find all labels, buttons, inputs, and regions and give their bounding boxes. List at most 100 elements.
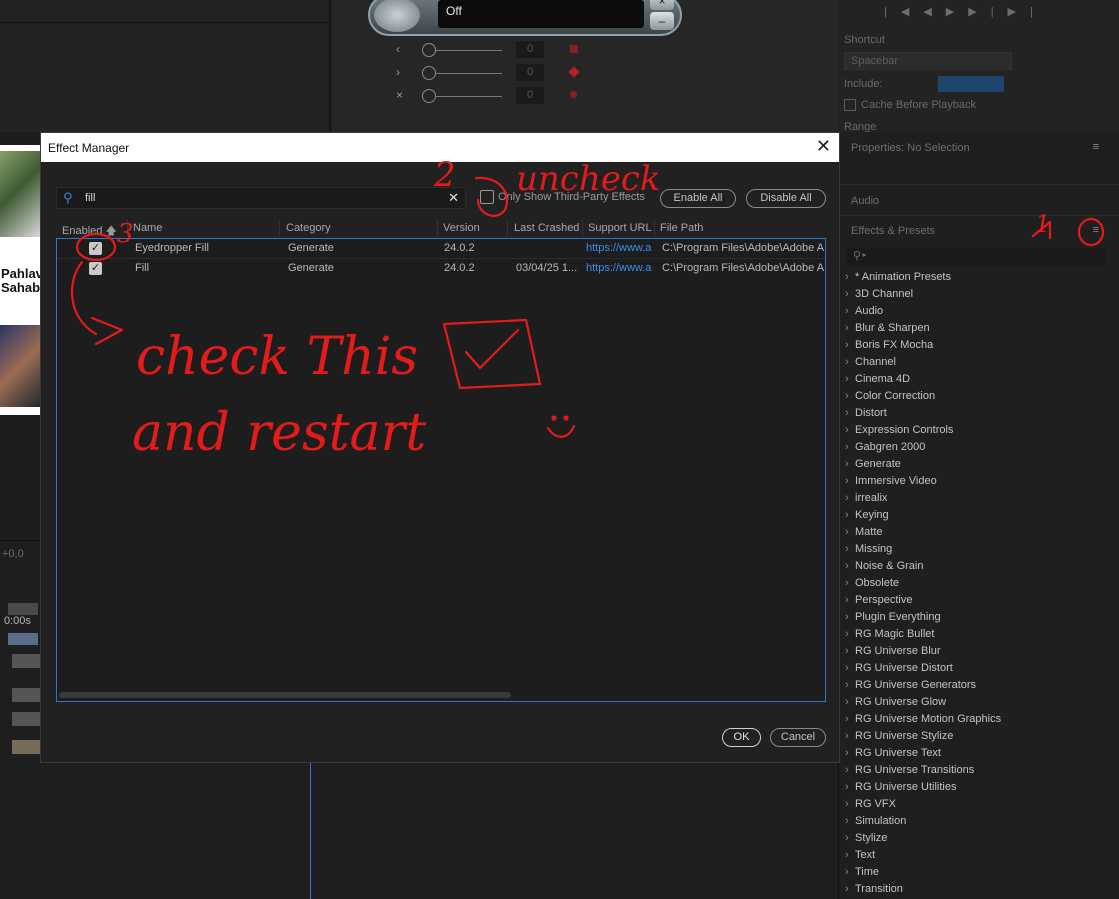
search-input[interactable]: fill <box>85 192 95 204</box>
keyframe-diamond-icon[interactable] <box>568 66 580 78</box>
left-chevron-icon[interactable]: ‹ <box>396 42 400 56</box>
chevron-right-icon[interactable]: › <box>845 626 855 643</box>
layer-bar[interactable] <box>12 654 40 668</box>
chevron-right-icon[interactable]: › <box>845 371 855 388</box>
horizontal-scrollbar[interactable] <box>59 692 511 698</box>
chevron-right-icon[interactable]: › <box>845 813 855 830</box>
mixer-value[interactable]: 0 <box>516 41 544 58</box>
effects-category-item[interactable]: › Keying <box>845 507 1115 524</box>
effects-category-item[interactable]: › RG Universe Generators <box>845 677 1115 694</box>
chevron-right-icon[interactable]: › <box>845 439 855 456</box>
column-category[interactable]: Category <box>286 222 331 234</box>
chevron-right-icon[interactable]: › <box>845 677 855 694</box>
column-divider[interactable] <box>507 219 508 237</box>
chevron-right-icon[interactable]: › <box>845 473 855 490</box>
effects-category-item[interactable]: › Time <box>845 864 1115 881</box>
chevron-right-icon[interactable]: › <box>845 711 855 728</box>
effects-category-item[interactable]: › Perspective <box>845 592 1115 609</box>
effects-category-item[interactable]: › Missing <box>845 541 1115 558</box>
chevron-right-icon[interactable]: › <box>845 643 855 660</box>
playhead[interactable] <box>310 762 311 899</box>
cache-checkbox[interactable] <box>844 99 856 111</box>
chevron-right-icon[interactable]: › <box>845 881 855 898</box>
effects-category-item[interactable]: › Matte <box>845 524 1115 541</box>
effects-category-item[interactable]: › Cinema 4D <box>845 371 1115 388</box>
chevron-right-icon[interactable]: › <box>845 796 855 813</box>
effects-category-item[interactable]: › RG Universe Stylize <box>845 728 1115 745</box>
chevron-right-icon[interactable]: › <box>845 694 855 711</box>
effects-category-item[interactable]: › 3D Channel <box>845 286 1115 303</box>
column-name[interactable]: Name <box>133 222 162 234</box>
right-chevron-icon[interactable]: › <box>396 65 400 79</box>
effects-category-item[interactable]: › Blur & Sharpen <box>845 320 1115 337</box>
column-file-path[interactable]: File Path <box>660 222 703 234</box>
layer-bar[interactable] <box>12 712 40 726</box>
effects-category-item[interactable]: › Color Correction <box>845 388 1115 405</box>
third-party-checkbox[interactable] <box>480 190 494 204</box>
disable-all-button[interactable]: Disable All <box>746 189 826 208</box>
column-divider[interactable] <box>279 219 280 237</box>
mixer-value[interactable]: 0 <box>516 64 544 81</box>
effects-category-item[interactable]: › * Animation Presets <box>845 269 1115 286</box>
chevron-right-icon[interactable]: › <box>845 728 855 745</box>
enabled-checkbox[interactable]: ✓ <box>89 242 102 255</box>
chevron-right-icon[interactable]: › <box>845 592 855 609</box>
effects-category-item[interactable]: › Audio <box>845 303 1115 320</box>
enable-all-button[interactable]: Enable All <box>660 189 736 208</box>
mixer-value[interactable]: 0 <box>516 87 544 104</box>
time-ruler[interactable] <box>8 633 38 645</box>
chevron-right-icon[interactable]: › <box>845 456 855 473</box>
chevron-right-icon[interactable]: › <box>845 490 855 507</box>
effects-category-item[interactable]: › RG Universe Text <box>845 745 1115 762</box>
chevron-right-icon[interactable]: › <box>845 847 855 864</box>
chevron-right-icon[interactable]: › <box>845 320 855 337</box>
chevron-right-icon[interactable]: › <box>845 405 855 422</box>
effects-category-item[interactable]: › Obsolete <box>845 575 1115 592</box>
effects-category-item[interactable]: › RG Universe Motion Graphics <box>845 711 1115 728</box>
slider-knob[interactable] <box>422 89 436 103</box>
column-divider[interactable] <box>582 219 583 237</box>
chevron-right-icon[interactable]: › <box>845 524 855 541</box>
effects-category-item[interactable]: › RG Universe Blur <box>845 643 1115 660</box>
effects-category-item[interactable]: › Boris FX Mocha <box>845 337 1115 354</box>
effects-category-item[interactable]: › Expression Controls <box>845 422 1115 439</box>
effects-category-item[interactable]: › RG Universe Distort <box>845 660 1115 677</box>
chevron-right-icon[interactable]: › <box>845 745 855 762</box>
column-support-url[interactable]: Support URL <box>588 222 652 234</box>
support-url-link[interactable]: https://www.a <box>586 262 655 274</box>
chevron-right-icon[interactable]: › <box>845 507 855 524</box>
microphone-icon[interactable] <box>374 0 420 32</box>
chevron-right-icon[interactable]: › <box>845 303 855 320</box>
effects-search-input[interactable]: ⚲‣ <box>847 248 1105 266</box>
slider-knob[interactable] <box>422 43 436 57</box>
effects-category-item[interactable]: › Transition <box>845 881 1115 898</box>
chevron-right-icon[interactable]: › <box>845 354 855 371</box>
column-divider[interactable] <box>127 219 128 237</box>
support-url-link[interactable]: https://www.a <box>586 242 655 254</box>
enabled-checkbox[interactable]: ✓ <box>89 262 102 275</box>
effects-category-item[interactable]: › Stylize <box>845 830 1115 847</box>
chevron-right-icon[interactable]: › <box>845 269 855 286</box>
chevron-right-icon[interactable]: › <box>845 660 855 677</box>
ok-button[interactable]: OK <box>722 728 761 747</box>
effects-category-item[interactable]: › RG Universe Transitions <box>845 762 1115 779</box>
chevron-right-icon[interactable]: › <box>845 575 855 592</box>
effects-category-item[interactable]: › Generate <box>845 456 1115 473</box>
transport-controls[interactable]: |◀◀▶▶|▶| <box>884 5 1047 18</box>
column-divider[interactable] <box>437 219 438 237</box>
chevron-right-icon[interactable]: › <box>845 337 855 354</box>
slider-knob[interactable] <box>422 66 436 80</box>
chevron-right-icon[interactable]: › <box>845 830 855 847</box>
clear-search-icon[interactable]: ✕ <box>448 190 459 206</box>
chevron-right-icon[interactable]: › <box>845 864 855 881</box>
effects-category-item[interactable]: › Noise & Grain <box>845 558 1115 575</box>
effects-category-item[interactable]: › Immersive Video <box>845 473 1115 490</box>
effects-category-item[interactable]: › Text <box>845 847 1115 864</box>
work-area-bar[interactable] <box>8 603 38 615</box>
record-square-icon[interactable] <box>570 45 578 53</box>
effects-category-item[interactable]: › irrealix <box>845 490 1115 507</box>
chevron-right-icon[interactable]: › <box>845 779 855 796</box>
effects-category-item[interactable]: › Plugin Everything <box>845 609 1115 626</box>
include-toggle-icons[interactable] <box>938 76 1004 92</box>
layer-bar[interactable] <box>12 688 40 702</box>
